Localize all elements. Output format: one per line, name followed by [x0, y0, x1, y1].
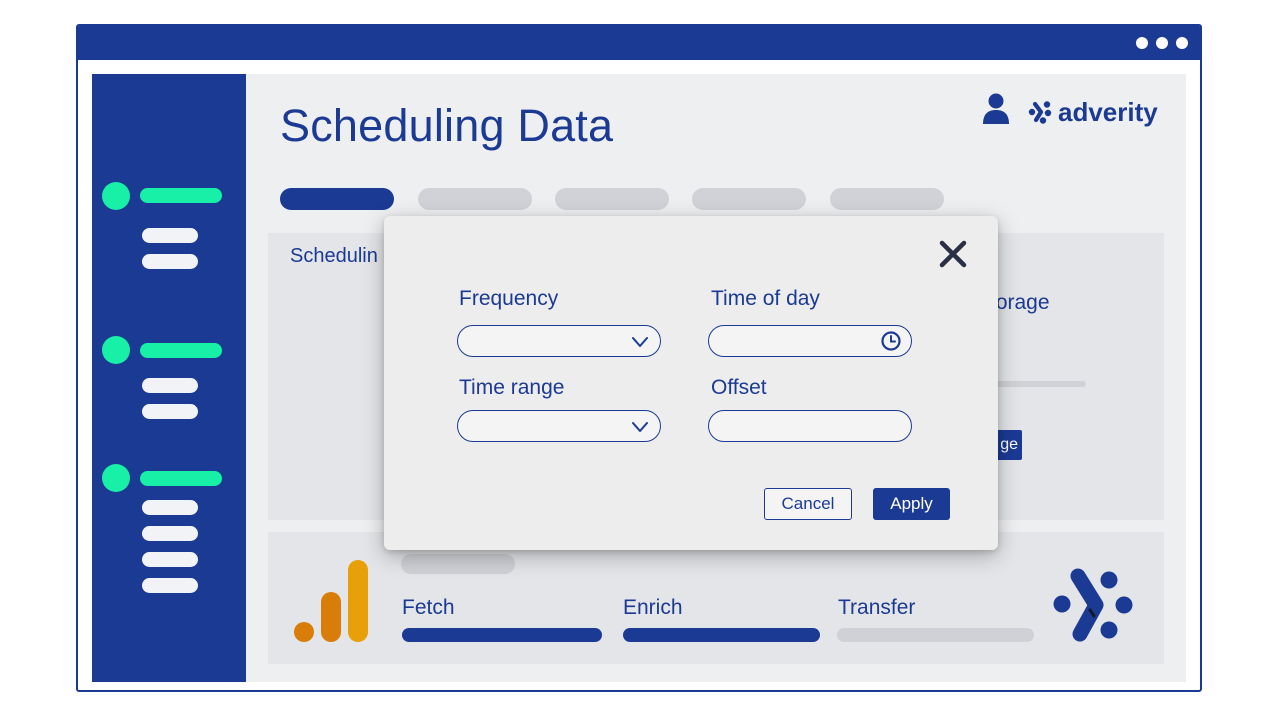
tab[interactable]	[418, 188, 532, 210]
apply-button[interactable]: Apply	[873, 488, 950, 520]
page-title: Scheduling Data	[280, 100, 614, 151]
tab-active[interactable]	[280, 188, 394, 210]
window-titlebar	[78, 26, 1200, 60]
sidebar-item[interactable]	[142, 404, 198, 419]
close-icon[interactable]	[936, 237, 970, 271]
offset-label: Offset	[711, 376, 767, 399]
chevron-down-icon[interactable]	[629, 416, 651, 438]
step-progress-fetch	[402, 628, 602, 642]
window-dot-icon[interactable]	[1136, 37, 1148, 49]
scheduling-card-title: Schedulin	[290, 245, 378, 267]
sidebar-section-header[interactable]	[140, 343, 222, 358]
tab[interactable]	[830, 188, 944, 210]
adverity-logo-icon	[1028, 101, 1052, 124]
brand-name: adverity	[1058, 96, 1158, 127]
sidebar-item[interactable]	[142, 228, 198, 243]
tab[interactable]	[692, 188, 806, 210]
step-progress-enrich	[623, 628, 820, 642]
step-label-enrich: Enrich	[623, 596, 683, 619]
frequency-select[interactable]	[457, 325, 661, 357]
offset-input[interactable]	[708, 410, 912, 442]
sidebar-section-header[interactable]	[140, 471, 222, 486]
window-dot-icon[interactable]	[1176, 37, 1188, 49]
sidebar-item[interactable]	[142, 578, 198, 593]
time-of-day-label: Time of day	[711, 287, 820, 310]
time-range-select[interactable]	[457, 410, 661, 442]
time-range-label: Time range	[459, 376, 565, 399]
sidebar-item[interactable]	[142, 254, 198, 269]
user-icon[interactable]	[982, 93, 1010, 125]
step-progress-transfer	[837, 628, 1034, 642]
sidebar-item[interactable]	[142, 378, 198, 393]
clock-icon[interactable]	[880, 330, 902, 352]
time-of-day-picker[interactable]	[708, 325, 912, 357]
frequency-label: Frequency	[459, 287, 559, 310]
window-dot-icon[interactable]	[1156, 37, 1168, 49]
adverity-mark-icon	[1053, 568, 1133, 642]
chevron-down-icon[interactable]	[629, 331, 651, 353]
sidebar-section-dot-icon	[102, 182, 130, 210]
cancel-button[interactable]: Cancel	[764, 488, 852, 520]
google-analytics-icon	[294, 560, 368, 642]
step-label-transfer: Transfer	[838, 596, 916, 619]
sidebar-section-dot-icon	[102, 336, 130, 364]
sidebar-item[interactable]	[142, 500, 198, 515]
brand-logo[interactable]: adverity	[1028, 96, 1158, 128]
pipeline-title-placeholder	[401, 554, 515, 574]
storage-progress-bar	[990, 381, 1086, 387]
sidebar-section-header[interactable]	[140, 188, 222, 203]
sidebar-item[interactable]	[142, 552, 198, 567]
tab[interactable]	[555, 188, 669, 210]
sidebar-item[interactable]	[142, 526, 198, 541]
storage-label: torage	[990, 291, 1050, 314]
step-label-fetch: Fetch	[402, 596, 455, 619]
sidebar-section-dot-icon	[102, 464, 130, 492]
